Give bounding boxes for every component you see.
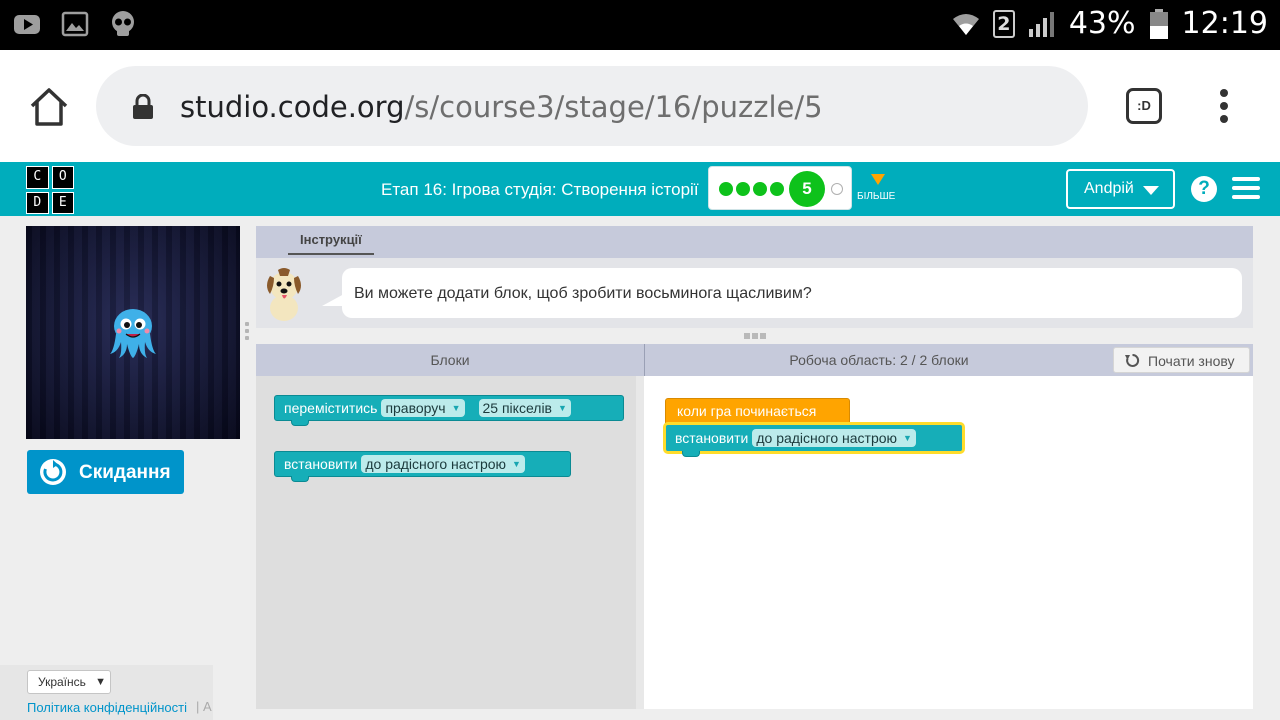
level-dot-1[interactable] bbox=[719, 182, 733, 196]
instructions-tabbar: Інструкції bbox=[256, 226, 1253, 258]
instructions-bubble: Ви можете додати блок, щоб зробити восьм… bbox=[322, 268, 1242, 318]
direction-dropdown[interactable]: праворуч ▼ bbox=[381, 399, 465, 417]
user-name: Andрій bbox=[1084, 180, 1134, 197]
more-levels-button[interactable]: БІЛЬШЕ bbox=[857, 174, 901, 202]
url-path: /s/course3/stage/16/puzzle/5 bbox=[404, 90, 823, 124]
battery-icon bbox=[1149, 8, 1168, 39]
panel-resize-handle[interactable] bbox=[245, 322, 249, 343]
reset-label: Скидання bbox=[79, 462, 171, 483]
clock: 12:19 bbox=[1181, 6, 1268, 41]
language-select[interactable]: Українсь ▼ bbox=[27, 670, 111, 694]
sim-icon: 2 bbox=[992, 9, 1015, 38]
start-over-label: Почати знову bbox=[1148, 353, 1235, 369]
help-icon[interactable]: ? bbox=[1191, 176, 1217, 202]
logo-letter: D bbox=[26, 191, 49, 214]
mood-dropdown[interactable]: до радісного настрою ▼ bbox=[361, 455, 525, 473]
wifi-icon bbox=[952, 13, 979, 35]
address-bar[interactable]: studio.code.org/s/course3/stage/16/puzzl… bbox=[96, 66, 1088, 146]
skull-icon bbox=[112, 11, 134, 36]
reset-button[interactable]: Скидання bbox=[27, 450, 184, 494]
distance-dropdown[interactable]: 25 пікселів ▼ bbox=[478, 399, 571, 417]
user-menu-button[interactable]: Andрій bbox=[1066, 169, 1175, 209]
toolbox-block-set-mood[interactable]: встановити до радісного настрою ▼ bbox=[274, 451, 571, 482]
code-logo[interactable]: C O D E bbox=[26, 166, 74, 214]
stage-title[interactable]: Етап 16: Ігрова студія: Створення історі… bbox=[381, 180, 699, 200]
battery-percent: 43% bbox=[1068, 6, 1136, 41]
caret-down-icon bbox=[1143, 186, 1159, 195]
current-level-dot[interactable]: 5 bbox=[789, 171, 825, 207]
level-dot-2[interactable] bbox=[736, 182, 750, 196]
lock-icon bbox=[133, 94, 153, 119]
status-bar: 2 43% 12:19 bbox=[0, 0, 1280, 50]
block-label: встановити bbox=[675, 430, 749, 446]
dog-avatar-icon bbox=[267, 268, 301, 321]
dropdown-arrow-icon: ▼ bbox=[903, 433, 912, 443]
gallery-icon bbox=[61, 11, 89, 37]
language-value: Українсь bbox=[38, 675, 86, 689]
game-canvas[interactable] bbox=[26, 226, 240, 439]
extension-button[interactable]: :D bbox=[1126, 88, 1162, 124]
level-dot-3[interactable] bbox=[753, 182, 767, 196]
blocks-toolbox bbox=[256, 376, 644, 709]
url-text[interactable]: studio.code.org/s/course3/stage/16/puzzl… bbox=[180, 90, 823, 124]
mood-dropdown[interactable]: до радісного настрою ▼ bbox=[752, 429, 916, 447]
browser-toolbar: studio.code.org/s/course3/stage/16/puzzl… bbox=[0, 50, 1280, 162]
hamburger-menu-icon[interactable] bbox=[1232, 177, 1260, 201]
privacy-policy-link[interactable]: Політика конфіденційності bbox=[27, 700, 187, 715]
toolbox-block-move[interactable]: переміститись праворуч ▼ 25 пікселів ▼ bbox=[274, 395, 624, 426]
url-host: studio.code.org bbox=[180, 90, 405, 124]
toolbox-title: Блоки bbox=[430, 352, 470, 368]
program-block-set-mood[interactable]: встановити до радісного настрою ▼ bbox=[663, 422, 965, 457]
dropdown-arrow-icon: ▼ bbox=[95, 676, 106, 688]
level-progress: 5 bbox=[708, 166, 852, 210]
instructions-text: Ви можете додати блок, щоб зробити восьм… bbox=[354, 285, 812, 302]
dropdown-arrow-icon: ▼ bbox=[512, 459, 521, 469]
workspace-title: Робоча область: 2 / 2 блоки bbox=[789, 352, 969, 368]
more-arrow-icon bbox=[871, 174, 885, 185]
site-header: C O D E Етап 16: Ігрова студія: Створенн… bbox=[0, 162, 1280, 216]
tab-instructions[interactable]: Інструкції bbox=[288, 232, 374, 255]
reset-icon bbox=[40, 459, 66, 485]
restart-icon bbox=[1125, 353, 1140, 367]
logo-letter: E bbox=[51, 191, 74, 214]
when-game-starts-block[interactable]: коли гра починається bbox=[665, 398, 850, 424]
block-label: переміститись bbox=[284, 400, 378, 416]
signal-icon bbox=[1028, 11, 1054, 37]
logo-letter: O bbox=[51, 166, 74, 189]
home-icon[interactable] bbox=[28, 86, 70, 128]
instructions-panel: Ви можете додати блок, щоб зробити восьм… bbox=[256, 258, 1253, 328]
octopus-sprite bbox=[110, 309, 156, 358]
logo-letter: C bbox=[26, 166, 49, 189]
dropdown-arrow-icon: ▼ bbox=[451, 403, 461, 413]
dropdown-arrow-icon: ▼ bbox=[558, 403, 567, 413]
youtube-icon bbox=[14, 15, 40, 34]
level-dot-6[interactable] bbox=[831, 183, 843, 195]
more-label: БІЛЬШЕ bbox=[857, 191, 896, 202]
more-options-icon[interactable] bbox=[1216, 88, 1232, 124]
footer-separator: | А bbox=[196, 699, 212, 714]
instructions-resize-handle[interactable] bbox=[744, 333, 766, 339]
block-label: встановити bbox=[284, 456, 358, 472]
level-dot-4[interactable] bbox=[770, 182, 784, 196]
start-over-button[interactable]: Почати знову bbox=[1113, 347, 1250, 373]
page-footer: Українсь ▼ Політика конфіденційності | А bbox=[0, 665, 213, 720]
workspace-header: Блоки Робоча область: 2 / 2 блоки Почати… bbox=[256, 344, 1253, 376]
